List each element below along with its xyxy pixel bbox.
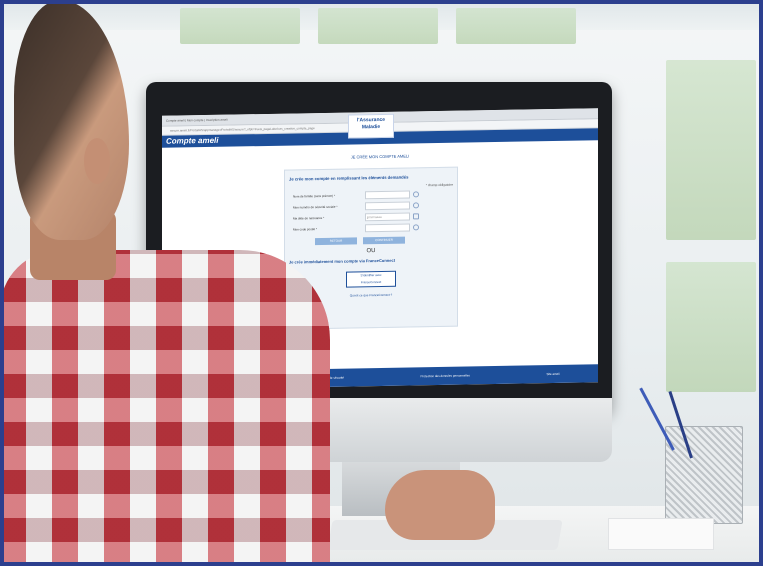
lastname-input[interactable]: [365, 190, 410, 200]
window-pane: [180, 8, 300, 44]
notepad: [608, 518, 714, 550]
photo-scene: Compte ameli | Mon compte | Inscription …: [0, 0, 763, 566]
logo-line2: Maladie: [361, 123, 381, 131]
person-head: [14, 0, 129, 240]
required-note: * champ obligatoire: [425, 182, 453, 188]
form-buttons: RETOUR CONTINUER: [315, 236, 457, 246]
help-icon[interactable]: [413, 224, 419, 231]
assurance-maladie-logo[interactable]: l'Assurance Maladie: [348, 113, 394, 139]
or-separator: OU: [366, 248, 376, 255]
ssn-input[interactable]: [365, 201, 410, 211]
field-row-ssn: Mon numéro de sécurité sociale *: [293, 201, 457, 212]
form-intro: Je crée mon compte en remplissant les él…: [289, 174, 409, 182]
field-label: Mon numéro de sécurité sociale *: [293, 204, 338, 210]
window-pane: [456, 8, 576, 44]
window-pane: [666, 60, 756, 240]
postcode-input[interactable]: [365, 223, 410, 233]
franceconnect-heading: Je crée immédiatement mon compte via Fra…: [289, 257, 396, 265]
birthdate-input[interactable]: jj/mm/aaaa: [365, 212, 410, 222]
franceconnect-button-line2: FranceConnect: [360, 279, 382, 285]
field-row-lastname: Nom de famille (sans prénom) *: [293, 190, 457, 201]
field-label: Ma date de naissance *: [293, 215, 325, 221]
site-title[interactable]: Compte ameli: [166, 136, 218, 146]
calendar-icon[interactable]: [413, 213, 419, 220]
plaid-shirt: [0, 250, 330, 566]
continue-button[interactable]: CONTINUER: [363, 236, 405, 245]
franceconnect-button[interactable]: S'identifier avec FranceConnect: [346, 270, 396, 288]
hand: [385, 470, 495, 540]
field-row-birthdate: Ma date de naissance * jj/mm/aaaa: [293, 212, 457, 223]
ear: [84, 138, 110, 184]
page-heading: JE CRÉE MON COMPTE AMELI: [350, 153, 410, 160]
help-icon[interactable]: [413, 202, 419, 209]
window-pane: [318, 8, 438, 44]
pen-holder: [665, 426, 743, 524]
window-pane: [666, 262, 756, 392]
field-label: Mon code postal *: [293, 227, 318, 232]
field-label: Nom de famille (sans prénom) *: [293, 193, 336, 199]
field-row-postcode: Mon code postal *: [293, 223, 457, 234]
footer-link-ameli[interactable]: Site ameli: [547, 372, 560, 376]
back-button[interactable]: RETOUR: [315, 237, 357, 246]
help-icon[interactable]: [413, 191, 419, 198]
footer-link-privacy[interactable]: Protection des données personnelles: [421, 373, 470, 378]
